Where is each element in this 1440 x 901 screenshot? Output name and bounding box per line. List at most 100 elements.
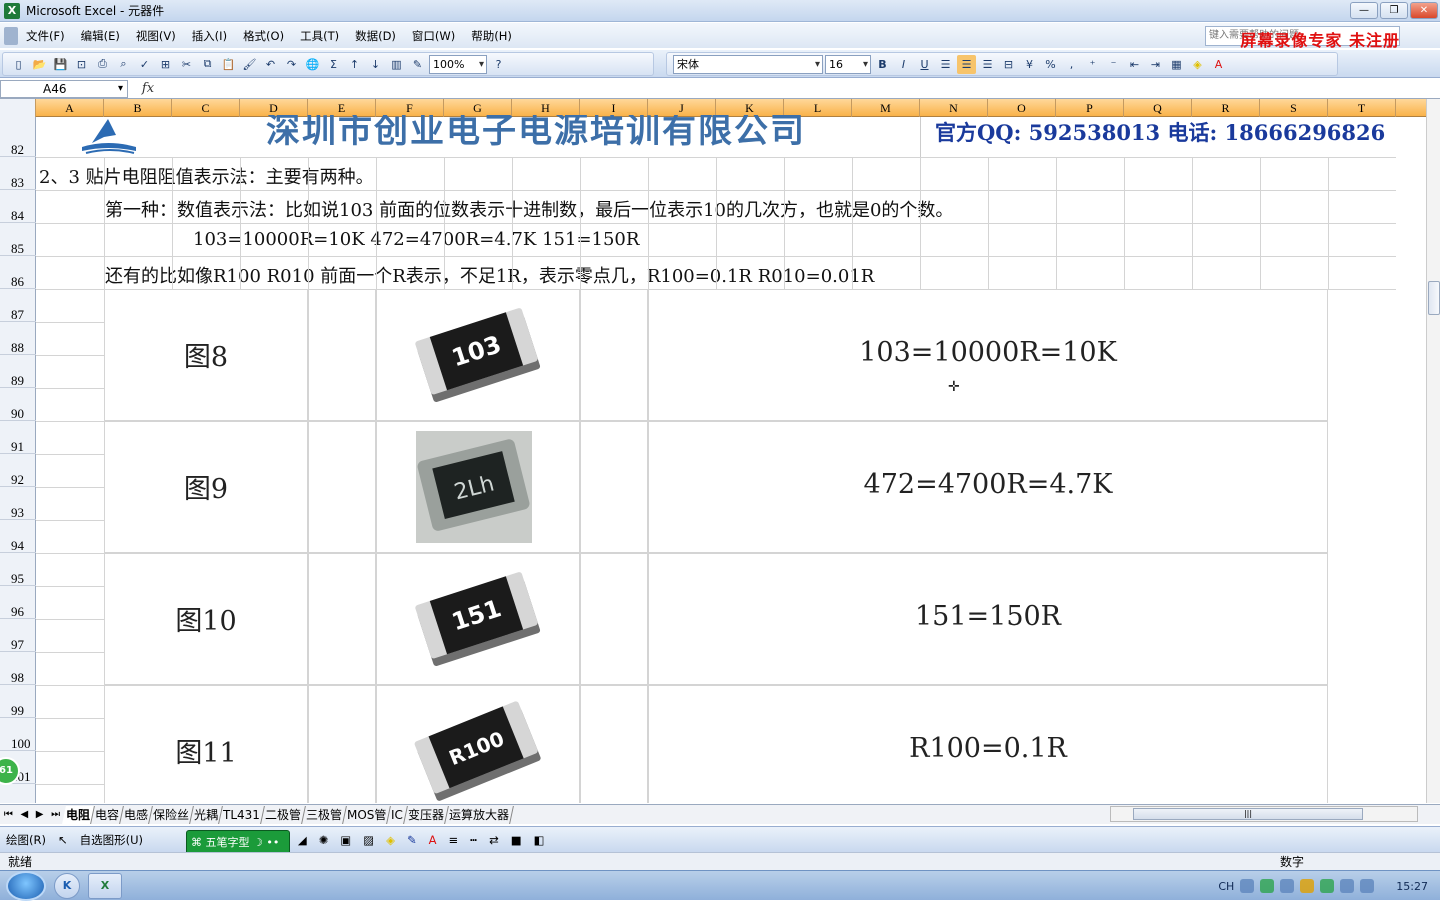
row-header-100[interactable]: 100 [0,718,36,751]
save-icon[interactable]: 💾 [51,55,70,74]
cut-icon[interactable]: ✂ [177,55,196,74]
restore-button[interactable]: ❐ [1380,2,1408,19]
percent-button[interactable]: % [1041,55,1060,74]
sheet-tab-10[interactable]: 变压器 [404,805,450,824]
column-header-o[interactable]: O [988,99,1056,117]
clock[interactable]: 15:27 [1396,880,1428,893]
column-header-h[interactable]: H [512,99,580,117]
sort-descending-icon[interactable]: ↓ [366,55,385,74]
column-header-m[interactable]: M [852,99,920,117]
undo-icon[interactable]: ↶ [261,55,280,74]
diagram-icon[interactable]: ✺ [313,833,335,847]
menu-insert[interactable]: 插入(I) [184,26,235,46]
increase-decimal-icon[interactable]: ⁺ [1083,55,1102,74]
row-header-84[interactable]: 84 [0,190,36,223]
borders-icon[interactable]: ▦ [1167,55,1186,74]
row-header-86[interactable]: 86 [0,256,36,289]
menu-window[interactable]: 窗口(W) [404,26,463,46]
column-header-n[interactable]: N [920,99,988,117]
copy-icon[interactable]: ⧉ [198,55,217,74]
column-header-a[interactable]: A [36,99,104,117]
column-header-e[interactable]: E [308,99,376,117]
row-header-83[interactable]: 83 [0,157,36,190]
research-icon[interactable]: ⊞ [156,55,175,74]
row-header-95[interactable]: 95 [0,553,36,586]
taskbar-app-icon[interactable]: K [54,872,80,899]
italic-button[interactable]: I [894,55,913,74]
ime-mode[interactable]: 五笔字型 [206,836,250,849]
draw-menu[interactable]: 绘图(R) [0,832,52,848]
drawing-icon[interactable]: ✎ [408,55,427,74]
column-header-d[interactable]: D [240,99,308,117]
figure-cell[interactable] [308,553,376,685]
menu-edit[interactable]: 编辑(E) [73,26,128,46]
figure-cell[interactable] [308,685,376,803]
minimize-button[interactable]: — [1350,2,1378,19]
increase-indent-icon[interactable]: ⇥ [1146,55,1165,74]
tray-icon-3[interactable] [1280,879,1295,893]
zoom-select[interactable]: 100% [429,54,487,74]
paste-icon[interactable]: 📋 [219,55,238,74]
row-header-89[interactable]: 89 [0,355,36,388]
clipart-icon[interactable]: ▣ [334,833,357,847]
sheet-tab-5[interactable]: TL431 [219,805,265,824]
column-header-j[interactable]: J [648,99,716,117]
currency-icon[interactable]: ¥ [1020,55,1039,74]
format-painter-icon[interactable]: 🖌 [240,55,259,74]
sheet-tab-2[interactable]: 电感 [120,805,153,824]
select-objects-icon[interactable]: ↖ [52,833,74,847]
menu-help[interactable]: 帮助(H) [463,26,520,46]
tray-icon-2[interactable] [1260,879,1275,893]
figure-cell[interactable] [308,421,376,553]
column-header-r[interactable]: R [1192,99,1260,117]
wordart-icon[interactable]: ◢ [292,833,313,847]
picture-icon[interactable]: ▨ [357,833,380,847]
row-header-94[interactable]: 94 [0,520,36,553]
row-header-91[interactable]: 91 [0,421,36,454]
column-header-q[interactable]: Q [1124,99,1192,117]
language-indicator[interactable]: CH [1218,880,1234,893]
underline-button[interactable]: U [915,55,934,74]
sheet-tab-1[interactable]: 电容 [91,805,124,824]
help-icon[interactable]: ? [489,55,508,74]
shadow-icon[interactable]: ■ [505,833,528,847]
line-style-icon[interactable]: ≡ [443,833,465,847]
fill-bucket-icon[interactable]: ◈ [380,833,401,847]
next-sheet-icon[interactable]: ▶ [36,809,44,820]
network-icon[interactable] [1340,879,1355,893]
start-button[interactable] [6,870,46,901]
column-header-t[interactable]: T [1328,99,1396,117]
select-all-corner[interactable] [0,99,36,117]
row-header-90[interactable]: 90 [0,388,36,421]
sheet-tab-4[interactable]: 光耦 [190,805,223,824]
menu-data[interactable]: 数据(D) [347,26,404,46]
row-header-99[interactable]: 99 [0,685,36,718]
tray-icon-4[interactable] [1300,879,1315,893]
figure-cell[interactable] [308,289,376,421]
column-header-p[interactable]: P [1056,99,1124,117]
font-color-icon[interactable]: A [1209,55,1228,74]
vertical-scroll-thumb[interactable] [1428,281,1440,315]
new-icon[interactable]: ▯ [9,55,28,74]
column-header-c[interactable]: C [172,99,240,117]
figure-cell[interactable] [580,553,648,685]
row-header-93[interactable]: 93 [0,487,36,520]
row-header-87[interactable]: 87 [0,289,36,322]
row-header-97[interactable]: 97 [0,619,36,652]
horizontal-scroll-thumb[interactable]: ||| [1133,808,1363,820]
redo-icon[interactable]: ↷ [282,55,301,74]
dash-style-icon[interactable]: ┅ [464,833,483,847]
hyperlink-icon[interactable]: 🌐 [303,55,322,74]
close-button[interactable]: ✕ [1410,2,1438,19]
print-icon[interactable]: ⎙ [93,55,112,74]
sort-ascending-icon[interactable]: ↑ [345,55,364,74]
taskbar-excel-icon[interactable]: X [88,872,122,899]
prev-sheet-icon[interactable]: ◀ [20,809,28,820]
print-preview-icon[interactable]: ⌕ [114,55,133,74]
column-header-s[interactable]: S [1260,99,1328,117]
menu-format[interactable]: 格式(O) [235,26,292,46]
autoshapes-menu[interactable]: 自选图形(U) [74,832,149,848]
chart-wizard-icon[interactable]: ▥ [387,55,406,74]
formula-input[interactable] [168,80,1440,98]
arrow-style-icon[interactable]: ⇄ [483,833,505,847]
